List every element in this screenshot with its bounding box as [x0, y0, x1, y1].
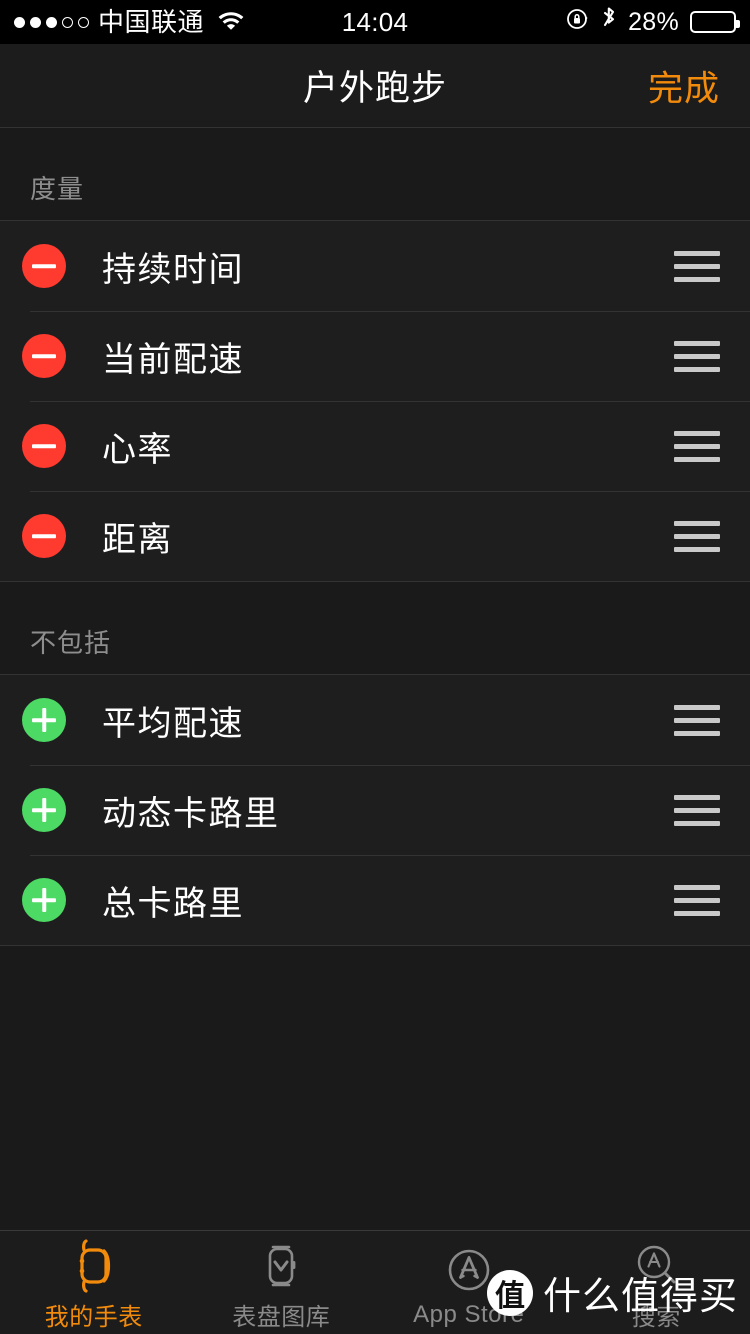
- table-row[interactable]: 持续时间: [0, 221, 750, 311]
- tab-bar: 我的手表 表盘图库 App Store 搜索: [0, 1230, 750, 1334]
- reorder-handle-icon[interactable]: [674, 250, 720, 282]
- rotation-lock-icon: [566, 7, 590, 38]
- reorder-handle-icon[interactable]: [674, 340, 720, 372]
- add-metric-button[interactable]: [22, 788, 66, 832]
- metric-label: 心率: [102, 430, 173, 469]
- clock-text: 14:04: [341, 6, 409, 37]
- table-row[interactable]: 当前配速: [0, 311, 750, 401]
- table-row[interactable]: 距离: [0, 491, 750, 581]
- phone-screen: 中国联通 14:04 28% 户外跑步 完成 度量 持续时间 当前配速 心率 距…: [0, 0, 750, 1334]
- remove-metric-button[interactable]: [22, 244, 66, 288]
- signal-dot-empty: [78, 16, 89, 28]
- reorder-handle-icon[interactable]: [674, 884, 720, 916]
- tab-search[interactable]: 搜索: [563, 1231, 750, 1334]
- included-metrics-list: 持续时间 当前配速 心率 距离: [0, 220, 750, 582]
- table-row[interactable]: 平均配速: [0, 675, 750, 765]
- reorder-handle-icon[interactable]: [674, 704, 720, 736]
- apple-watch-icon: [70, 1239, 118, 1293]
- page-title: 户外跑步: [302, 69, 447, 108]
- section-header-included: 度量: [0, 128, 750, 220]
- reorder-handle-icon[interactable]: [674, 430, 720, 462]
- app-store-icon: [443, 1243, 495, 1297]
- metric-label: 总卡路里: [102, 884, 244, 923]
- add-metric-button[interactable]: [22, 878, 66, 922]
- table-row[interactable]: 动态卡路里: [0, 765, 750, 855]
- tab-label: 我的手表: [44, 1304, 143, 1331]
- add-metric-button[interactable]: [22, 698, 66, 742]
- watch-face-gallery-icon: [257, 1239, 305, 1293]
- remove-metric-button[interactable]: [22, 514, 66, 558]
- navigation-bar: 户外跑步 完成: [0, 44, 750, 128]
- table-row[interactable]: 总卡路里: [0, 855, 750, 945]
- status-bar-right: 28%: [566, 6, 740, 39]
- battery-percent-label: 28%: [628, 7, 679, 36]
- metric-label: 距离: [102, 520, 173, 559]
- tab-face-gallery[interactable]: 表盘图库: [188, 1231, 376, 1334]
- done-button[interactable]: 完成: [648, 60, 720, 111]
- metric-label: 持续时间: [102, 250, 244, 289]
- signal-dot-filled: [14, 16, 25, 28]
- metrics-editor-content: 度量 持续时间 当前配速 心率 距离 不包括 平均配速 动态卡路里 总卡路里: [0, 128, 750, 1230]
- status-bar: 中国联通 14:04 28%: [0, 0, 750, 44]
- metric-label: 当前配速: [102, 340, 244, 379]
- battery-icon: [690, 11, 740, 33]
- signal-dot-filled: [46, 16, 57, 28]
- section-header-excluded: 不包括: [0, 582, 750, 674]
- tab-my-watch[interactable]: 我的手表: [0, 1231, 188, 1334]
- metric-label: 平均配速: [102, 704, 244, 743]
- tab-label: 搜索: [631, 1304, 681, 1331]
- tab-app-store[interactable]: App Store: [375, 1231, 563, 1334]
- carrier-name: 中国联通: [98, 7, 205, 37]
- tab-label: 表盘图库: [232, 1304, 331, 1331]
- table-row[interactable]: 心率: [0, 401, 750, 491]
- status-bar-left: 中国联通: [14, 8, 246, 37]
- search-app-store-icon: [630, 1239, 682, 1293]
- tab-label: App Store: [413, 1300, 525, 1328]
- metric-label: 动态卡路里: [102, 794, 280, 833]
- reorder-handle-icon[interactable]: [674, 520, 720, 552]
- excluded-metrics-list: 平均配速 动态卡路里 总卡路里: [0, 674, 750, 946]
- wifi-icon: [216, 8, 246, 37]
- bluetooth-icon: [601, 6, 617, 39]
- reorder-handle-icon[interactable]: [674, 794, 720, 826]
- remove-metric-button[interactable]: [22, 424, 66, 468]
- cellular-signal-dots: [14, 16, 89, 28]
- signal-dot-filled: [30, 16, 41, 28]
- remove-metric-button[interactable]: [22, 334, 66, 378]
- signal-dot-empty: [62, 16, 73, 28]
